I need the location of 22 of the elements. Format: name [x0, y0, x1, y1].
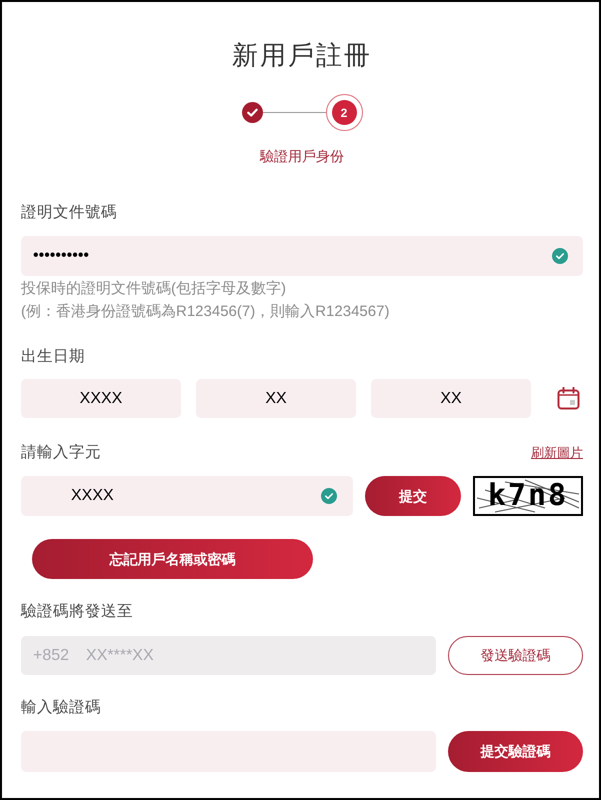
page-title: 新用戶註冊 — [231, 39, 373, 71]
forgot-username-password-button[interactable]: 忘記用戶名稱或密碼 — [32, 539, 313, 579]
step-caption: 驗證用戶身份 — [258, 147, 345, 166]
captcha-field[interactable]: XXXX — [21, 476, 353, 516]
calendar-icon[interactable] — [557, 387, 580, 410]
field-label: 證明文件號碼 — [21, 203, 118, 223]
field-label: 出生日期 — [21, 347, 86, 367]
id-number-field[interactable]: •••••••••• — [21, 236, 583, 276]
hint-text: 投保時的證明文件號碼(包括字母及數字) — [21, 279, 287, 299]
date-field[interactable]: XX — [371, 379, 531, 418]
refresh-image-link[interactable]: 刷新圖片 — [531, 444, 583, 462]
step-connector — [262, 112, 326, 113]
field-label: 輸入驗證碼 — [21, 698, 102, 718]
country-code: +852 — [33, 646, 70, 666]
submit-code-button[interactable]: 提交驗證碼 — [448, 731, 583, 772]
field-label: 驗證碼將發送至 — [21, 602, 134, 622]
current-step-badge: 2 — [326, 94, 362, 131]
hint-text: (例：香港身份證號碼為R123456(7)，則輸入R1234567) — [21, 302, 390, 322]
date-field[interactable]: XXXX — [21, 379, 181, 418]
submit-button[interactable]: 提交 — [365, 476, 461, 516]
date-field[interactable]: XX — [196, 379, 356, 418]
field-label: 請輸入字元 — [21, 443, 101, 463]
